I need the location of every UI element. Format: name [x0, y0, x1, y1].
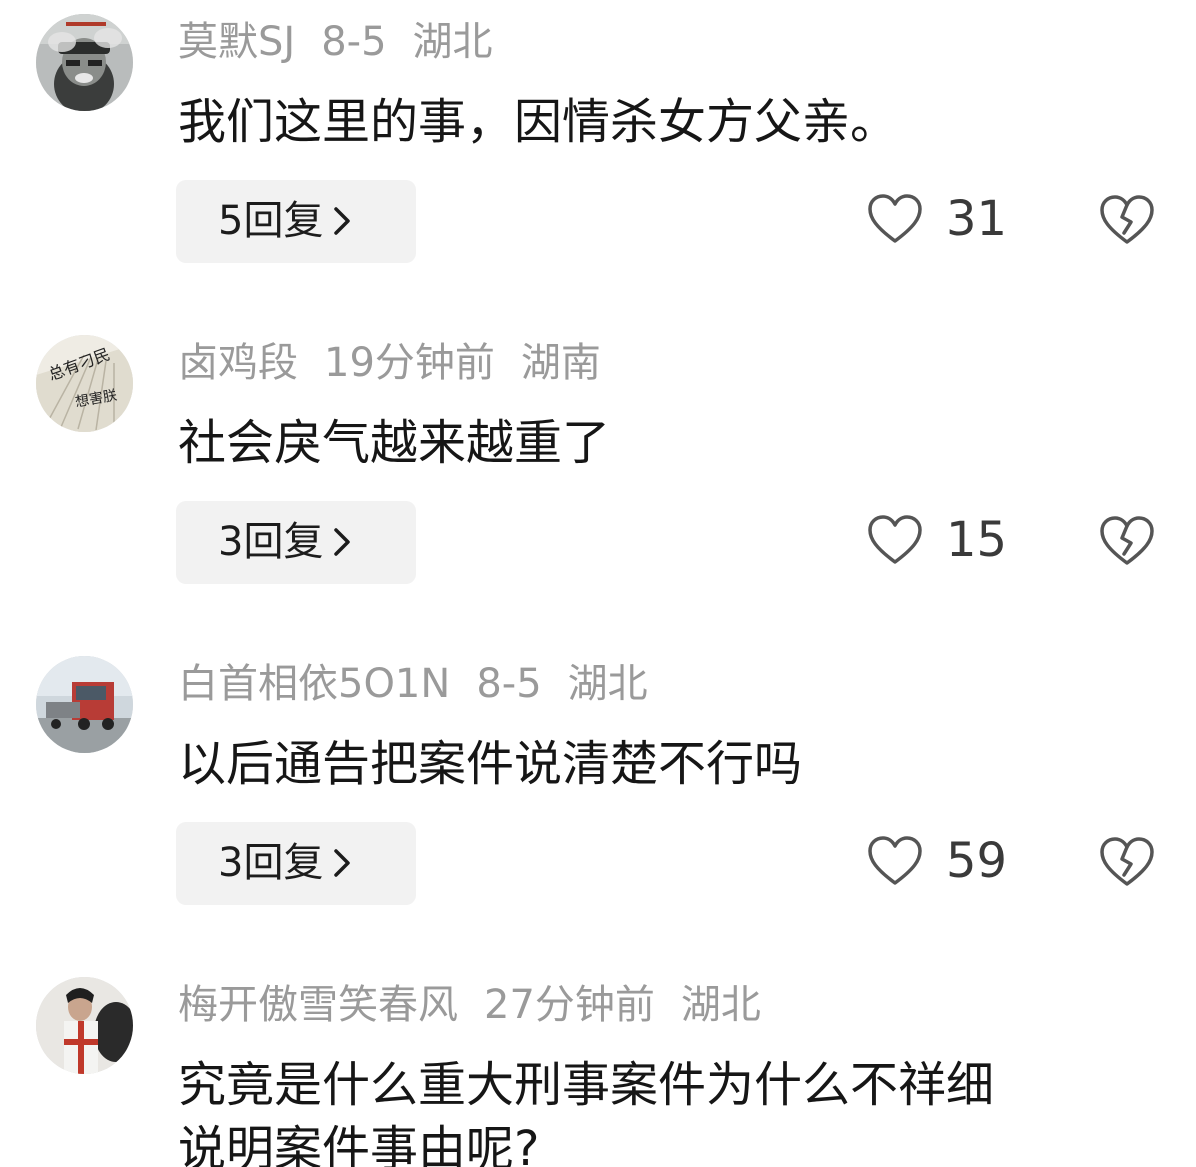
broken-heart-icon[interactable] — [1098, 835, 1156, 889]
comment-date: 19分钟前 — [324, 340, 495, 386]
username[interactable]: 梅开傲雪笑春风 — [178, 982, 458, 1028]
reply-count-label: 3回复 — [218, 519, 324, 565]
avatar[interactable] — [36, 656, 133, 753]
comment-location: 湖北 — [567, 661, 648, 707]
heart-outline-icon[interactable] — [866, 192, 924, 246]
comment-item: 梅开傲雪笑春风 27分钟前 湖北 究竟是什么重大刑事案件为什么不祥细 说明案件事由呢… — [0, 963, 1196, 1167]
comment-text[interactable]: 以后通告把案件说清楚不行吗 — [178, 732, 802, 796]
comment-meta: 白首相依5O1N 8-5 湖北 — [178, 656, 674, 712]
comment-text[interactable]: 社会戾气越来越重了 — [178, 411, 610, 475]
chevron-right-icon — [333, 824, 351, 907]
comment-text-line: 究竟是什么重大刑事案件为什么不祥细 — [178, 1057, 995, 1113]
comment-item: 莫默SJ 8-5 湖北 我们这里的事，因情杀女方父亲。 5回复 31 — [0, 0, 1196, 320]
comment-text[interactable]: 究竟是什么重大刑事案件为什么不祥细 说明案件事由呢? — [178, 1053, 1158, 1167]
like-count: 15 — [946, 512, 1008, 568]
chevron-right-icon — [333, 182, 351, 265]
comment-location: 湖北 — [412, 19, 493, 65]
avatar-image — [36, 14, 133, 111]
avatar[interactable]: 总有刁民 想害朕 — [36, 335, 133, 432]
comment-location: 湖南 — [520, 340, 601, 386]
comment-item: 总有刁民 想害朕 卤鸡段 19分钟前 湖南 社会戾气越来越重了 3回复 15 — [0, 321, 1196, 641]
view-replies-button[interactable]: 3回复 — [176, 501, 416, 584]
username[interactable]: 白首相依5O1N — [178, 661, 450, 707]
like-count: 31 — [946, 191, 1008, 247]
avatar[interactable] — [36, 977, 133, 1074]
comment-date: 27分钟前 — [484, 982, 655, 1028]
comment-date: 8-5 — [321, 19, 387, 65]
view-replies-button[interactable]: 3回复 — [176, 822, 416, 905]
view-replies-button[interactable]: 5回复 — [176, 180, 416, 263]
comment-text[interactable]: 我们这里的事，因情杀女方父亲。 — [178, 90, 898, 154]
comment-location: 湖北 — [680, 982, 761, 1028]
comment-item: 白首相依5O1N 8-5 湖北 以后通告把案件说清楚不行吗 3回复 59 — [0, 642, 1196, 962]
heart-outline-icon[interactable] — [866, 834, 924, 888]
comment-meta: 莫默SJ 8-5 湖北 — [178, 14, 519, 70]
username[interactable]: 卤鸡段 — [178, 340, 298, 386]
reply-count-label: 5回复 — [218, 198, 324, 244]
username[interactable]: 莫默SJ — [178, 19, 295, 65]
like-count: 59 — [946, 833, 1008, 889]
avatar-image: 总有刁民 想害朕 — [36, 335, 133, 432]
avatar-image — [36, 656, 133, 753]
comment-meta: 卤鸡段 19分钟前 湖南 — [178, 335, 627, 391]
reply-count-label: 3回复 — [218, 840, 324, 886]
avatar-image — [36, 977, 133, 1074]
broken-heart-icon[interactable] — [1098, 193, 1156, 247]
chevron-right-icon — [333, 503, 351, 586]
avatar[interactable] — [36, 14, 133, 111]
heart-outline-icon[interactable] — [866, 513, 924, 567]
broken-heart-icon[interactable] — [1098, 514, 1156, 568]
comment-text-line: 说明案件事由呢? — [178, 1121, 540, 1167]
comment-meta: 梅开傲雪笑春风 27分钟前 湖北 — [178, 977, 787, 1033]
comment-date: 8-5 — [476, 661, 542, 707]
